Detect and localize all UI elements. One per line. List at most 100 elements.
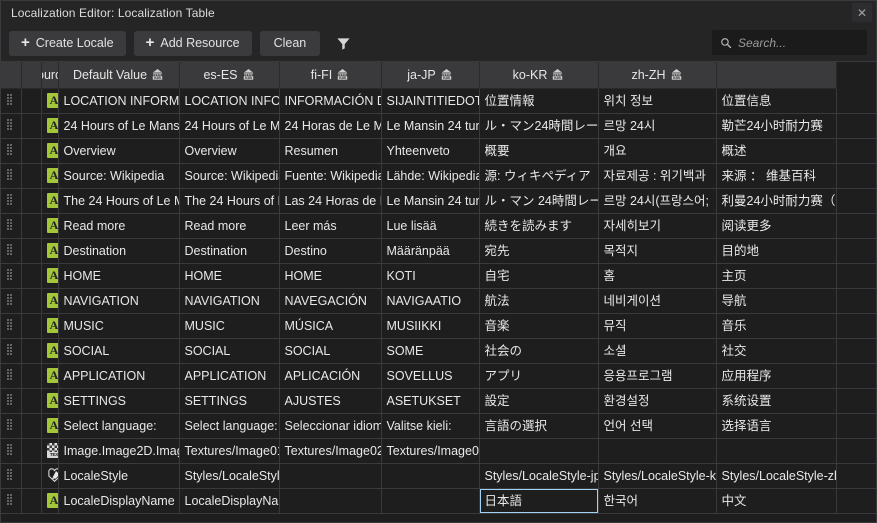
table-row[interactable]: LocaleStyle Styles/LocaleStyle Styles/Loca… (1, 463, 876, 489)
column-header-zh-ZH[interactable]: zh-ZH K2B (598, 62, 717, 89)
table-cell[interactable]: SOCIAL (58, 338, 180, 364)
table-row[interactable]: A Overview Overview Resumen Yhteenveto 概要 개요 概述 (1, 138, 876, 164)
table-cell[interactable]: SOCIAL (179, 338, 280, 364)
drag-handle-icon[interactable] (7, 293, 14, 305)
table-cell[interactable]: Styles/LocaleStyle-jp (479, 463, 599, 489)
table-cell[interactable]: The 24 Hours of Le Mans (58, 188, 180, 214)
table-row[interactable]: A MUSIC MUSIC MÚSICA MUSIIKKI 音楽 뮤직 音乐 (1, 313, 876, 339)
row-drag-handle[interactable] (1, 238, 22, 264)
table-cell[interactable]: 위치 정보 (598, 88, 717, 114)
table-cell[interactable]: LocaleDisplayName (179, 488, 280, 514)
table-row[interactable]: A SETTINGS SETTINGS AJUSTES ASETUKSET 設定 환경설정 系… (1, 388, 876, 414)
row-drag-handle[interactable] (1, 138, 22, 164)
table-cell[interactable]: 日本語 (479, 488, 599, 514)
row-drag-handle[interactable] (1, 213, 22, 239)
table-cell[interactable]: Fuente: Wikipedia (279, 163, 382, 189)
close-icon[interactable]: ✕ (852, 3, 872, 22)
table-row[interactable]: AThe 24 Hours of Le MansThe 24 Hours of … (1, 188, 876, 214)
table-cell[interactable]: 利曼24小时耐力赛（法 (716, 188, 837, 214)
table-cell[interactable]: 位置情報 (479, 88, 599, 114)
table-cell[interactable]: SOVELLUS (381, 363, 480, 389)
table-cell[interactable] (279, 488, 382, 514)
table-cell[interactable]: アプリ (479, 363, 599, 389)
table-cell[interactable]: ASETUKSET (381, 388, 480, 414)
table-cell[interactable] (381, 488, 480, 514)
table-cell[interactable]: 르망 24시 (598, 113, 717, 139)
table-cell[interactable]: 源: ウィキペディア (479, 163, 599, 189)
drag-handle-icon[interactable] (7, 468, 14, 480)
table-cell[interactable]: MÚSICA (279, 313, 382, 339)
drag-handle-icon[interactable] (7, 118, 14, 130)
table-cell[interactable]: Select language: (58, 413, 180, 439)
table-cell[interactable]: LOCATION INFORMATION (58, 88, 180, 114)
table-row[interactable]: ALOCATION INFORMATIONLOCATION INFORMATIO… (1, 88, 876, 114)
table-row[interactable]: ALocaleDisplayNameLocaleDisplayName日本語한국… (1, 488, 876, 514)
clean-button[interactable]: Clean (259, 30, 321, 56)
row-drag-handle[interactable] (1, 313, 22, 339)
drag-handle-icon[interactable] (7, 418, 14, 430)
search-box[interactable] (712, 30, 867, 55)
row-drag-handle[interactable] (1, 88, 22, 114)
table-cell[interactable]: 24 Hours of Le Mans (179, 113, 280, 139)
drag-handle-icon[interactable] (7, 168, 14, 180)
table-cell[interactable]: Le Mansin 24 tunnin ajo (381, 188, 480, 214)
table-cell[interactable]: 宛先 (479, 238, 599, 264)
table-cell[interactable]: 系统设置 (716, 388, 837, 414)
table-cell[interactable]: SETTINGS (58, 388, 180, 414)
drag-handle-icon[interactable] (7, 368, 14, 380)
table-cell[interactable]: 자료제공 : 위기백과 (598, 163, 717, 189)
table-row[interactable]: A NAVIGATION NAVIGATION NAVEGACIÓN NAVIGAATI… (1, 288, 876, 314)
table-cell[interactable]: KOTI (381, 263, 480, 289)
table-cell[interactable]: 24 Hours of Le Mans (58, 113, 180, 139)
table-cell[interactable]: 続きを読みます (479, 213, 599, 239)
table-cell[interactable]: 設定 (479, 388, 599, 414)
drag-handle-icon[interactable] (7, 393, 14, 405)
table-cell[interactable]: 자세히보기 (598, 213, 717, 239)
table-cell[interactable]: Destination (179, 238, 280, 264)
table-cell[interactable]: Styles/LocaleStyle-zh (716, 463, 837, 489)
table-cell[interactable]: 24 Horas de Le Mans (279, 113, 382, 139)
table-cell[interactable]: Destination (58, 238, 180, 264)
table-cell[interactable]: Seleccionar idioma: (279, 413, 382, 439)
row-drag-handle[interactable] (1, 463, 22, 489)
column-header-es-ES[interactable]: es-ES K2B (179, 62, 280, 89)
table-cell[interactable]: Las 24 Horas de Le Mans (279, 188, 382, 214)
localization-table-scroll[interactable]: Resource IDDefault ValueK2Bes-ESK2Bfi-FI… (1, 61, 876, 522)
table-cell[interactable]: NAVIGATION (58, 288, 180, 314)
table-cell[interactable]: LocaleStyle (58, 463, 180, 489)
table-cell[interactable]: 社交 (716, 338, 837, 364)
table-cell[interactable]: SIJAINTITIEDOT (381, 88, 480, 114)
table-cell[interactable]: 르망 24시(프랑스어; (598, 188, 717, 214)
table-cell[interactable]: Valitse kieli: (381, 413, 480, 439)
row-drag-handle[interactable] (1, 263, 22, 289)
table-cell[interactable]: Styles/LocaleStyle (179, 463, 280, 489)
table-row[interactable]: A HOME HOME HOME KOTI 自宅 홈 主页 (1, 263, 876, 289)
table-cell[interactable]: APPLICATION (58, 363, 180, 389)
table-cell[interactable]: Read more (58, 213, 180, 239)
drag-handle-icon[interactable] (7, 93, 14, 105)
filter-icon[interactable] (332, 31, 354, 55)
table-cell[interactable]: NAVEGACIÓN (279, 288, 382, 314)
table-cell[interactable]: APLICACIÓN (279, 363, 382, 389)
table-row[interactable]: A Source: Wikipedia Source: Wikipedia Fuent… (1, 163, 876, 189)
table-cell[interactable]: 홈 (598, 263, 717, 289)
table-cell[interactable]: 音楽 (479, 313, 599, 339)
drag-handle-icon[interactable] (7, 443, 14, 455)
table-cell[interactable] (598, 438, 717, 464)
table-cell[interactable] (479, 438, 599, 464)
table-cell[interactable]: Lähde: Wikipedia (381, 163, 480, 189)
row-drag-handle[interactable] (1, 338, 22, 364)
table-cell[interactable]: SETTINGS (179, 388, 280, 414)
table-cell[interactable]: APPLICATION (179, 363, 280, 389)
table-row[interactable]: A SOCIAL SOCIAL SOCIAL SOME 社会の 소셜 社交 (1, 338, 876, 364)
table-cell[interactable]: ル・マン 24時間レース（ (479, 188, 599, 214)
table-row[interactable]: Image.Image2D.Image01Textures/Image01Tex… (1, 438, 876, 464)
table-cell[interactable]: ル・マン24時間レース (479, 113, 599, 139)
column-header-ja-JP[interactable]: ja-JP K2B (381, 62, 480, 89)
column-header-pad[interactable] (716, 62, 837, 89)
table-cell[interactable]: NAVIGAATIO (381, 288, 480, 314)
table-cell[interactable]: HOME (179, 263, 280, 289)
table-cell[interactable]: LOCATION INFORMATION (179, 88, 280, 114)
table-cell[interactable]: Määränpää (381, 238, 480, 264)
table-cell[interactable]: 应用程序 (716, 363, 837, 389)
